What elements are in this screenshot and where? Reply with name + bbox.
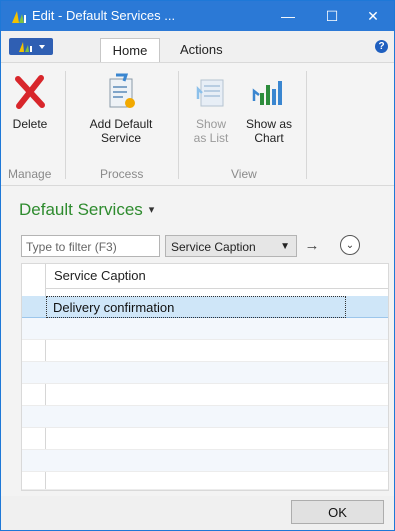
application-menu-button[interactable] bbox=[9, 38, 53, 55]
title-bar[interactable]: Edit - Default Services ... — ☐ ✕ bbox=[1, 1, 394, 31]
group-divider bbox=[306, 71, 307, 179]
add-default-service-label-line1: Add Default bbox=[89, 117, 153, 131]
group-divider bbox=[178, 71, 179, 179]
page-title-text: Default Services bbox=[19, 200, 143, 219]
chevron-down-circle-icon: ⌄ bbox=[345, 240, 355, 251]
apply-filter-button[interactable]: → bbox=[300, 235, 324, 257]
delete-label: Delete bbox=[12, 117, 48, 131]
show-as-list-label-line2: as List bbox=[193, 131, 229, 145]
dialog-window: Edit - Default Services ... — ☐ ✕ Home A… bbox=[0, 0, 395, 531]
add-default-service-label-line2: Service bbox=[100, 131, 141, 145]
app-menu-logo-icon bbox=[19, 42, 45, 52]
tab-actions[interactable]: Actions bbox=[180, 38, 240, 62]
empty-row[interactable] bbox=[22, 384, 388, 406]
empty-row[interactable] bbox=[22, 472, 388, 490]
show-as-chart-label: Show as Chart bbox=[239, 117, 299, 145]
group-label-view: View bbox=[231, 167, 257, 181]
arrow-right-icon: → bbox=[304, 237, 320, 254]
empty-row[interactable] bbox=[22, 340, 388, 362]
column-header-label: Service Caption bbox=[54, 268, 146, 283]
table-row[interactable]: Delivery confirmation bbox=[22, 296, 388, 318]
show-as-chart-label-line1: Show as bbox=[245, 117, 293, 131]
empty-row[interactable] bbox=[22, 318, 388, 340]
show-as-chart-label-line2: Chart bbox=[254, 131, 284, 145]
dropdown-arrow-icon: ▼ bbox=[280, 241, 290, 252]
chevron-down-icon: ▾ bbox=[148, 204, 155, 216]
dynamics-logo-icon bbox=[12, 11, 26, 23]
empty-row[interactable] bbox=[22, 406, 388, 428]
minimize-button[interactable]: — bbox=[266, 1, 310, 31]
maximize-button[interactable]: ☐ bbox=[310, 1, 354, 31]
document-add-icon bbox=[109, 73, 135, 108]
expand-filter-button[interactable]: ⌄ bbox=[340, 235, 360, 255]
delete-icon bbox=[15, 75, 45, 109]
group-label-manage: Manage bbox=[8, 167, 52, 181]
filter-input[interactable]: Type to filter (F3) bbox=[21, 235, 160, 257]
filter-field-value: Service Caption bbox=[171, 240, 256, 254]
help-icon[interactable]: ? bbox=[375, 40, 388, 53]
empty-row[interactable] bbox=[22, 362, 388, 384]
group-label-process: Process bbox=[100, 167, 144, 181]
empty-row[interactable] bbox=[22, 428, 388, 450]
tab-home[interactable]: Home bbox=[100, 38, 160, 62]
list-icon bbox=[196, 79, 224, 107]
ribbon-panel: Delete Manage Add Default Service Proces… bbox=[1, 62, 394, 186]
page-title[interactable]: Default Services ▾ bbox=[19, 200, 154, 220]
add-default-service-label: Add Default Service bbox=[71, 117, 171, 145]
filter-field-select[interactable]: Service Caption ▼ bbox=[165, 235, 297, 257]
window-title: Edit - Default Services ... bbox=[32, 8, 176, 23]
ribbon-tab-row: Home Actions ? bbox=[1, 31, 394, 62]
services-grid: Service Caption Delivery confirmation bbox=[21, 263, 389, 491]
group-divider bbox=[65, 71, 66, 179]
column-header-service-caption[interactable]: Service Caption bbox=[46, 264, 388, 289]
show-as-list-button[interactable]: Show as List bbox=[185, 69, 237, 161]
show-as-chart-button[interactable]: Show as Chart bbox=[239, 69, 299, 161]
add-default-service-button[interactable]: Add Default Service bbox=[71, 69, 171, 161]
close-button[interactable]: ✕ bbox=[351, 1, 394, 31]
empty-row[interactable] bbox=[22, 450, 388, 472]
show-as-list-label: Show as List bbox=[185, 117, 237, 145]
show-as-list-label-line1: Show bbox=[195, 117, 227, 131]
ok-button[interactable]: OK bbox=[291, 500, 384, 524]
delete-button[interactable]: Delete bbox=[7, 69, 53, 161]
chart-icon bbox=[252, 81, 282, 105]
cell-service-caption[interactable]: Delivery confirmation bbox=[46, 296, 346, 318]
dialog-footer: OK bbox=[1, 496, 394, 530]
